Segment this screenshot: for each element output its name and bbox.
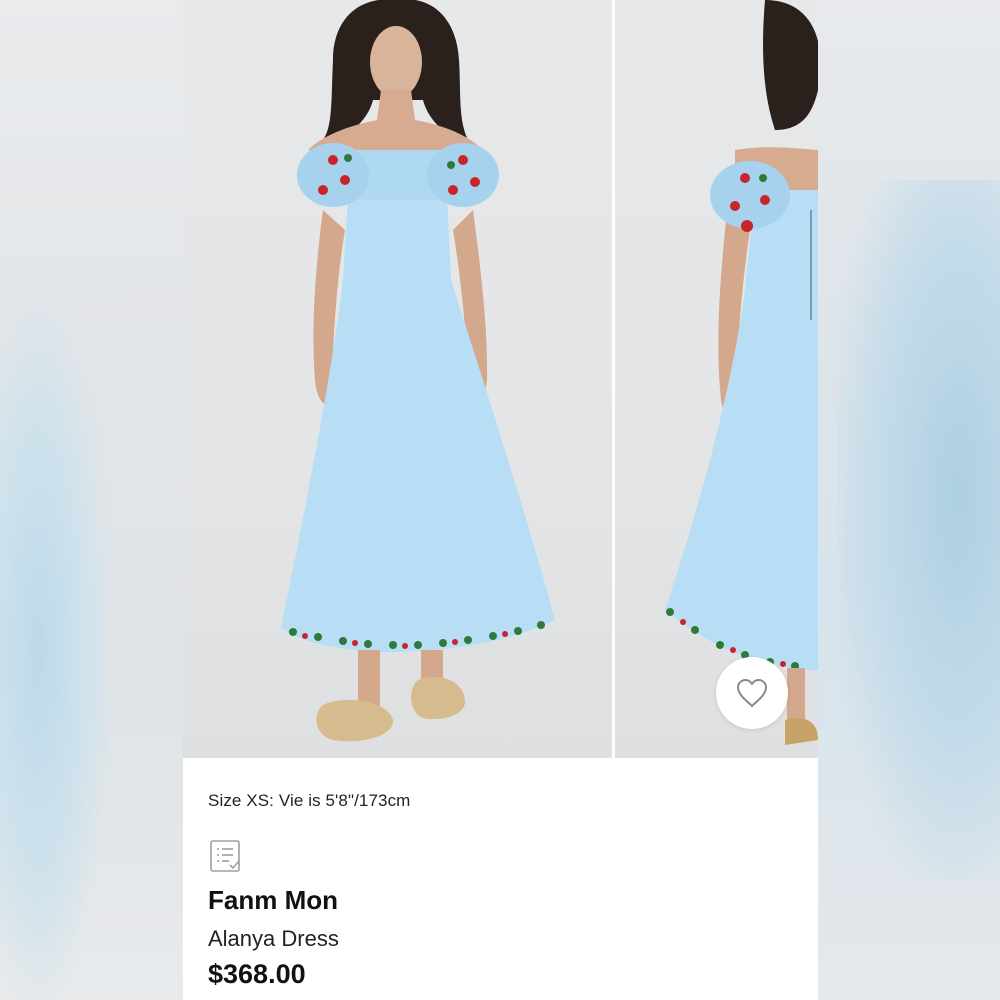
image-gallery[interactable] (183, 0, 818, 758)
heart-outline-icon (735, 678, 769, 708)
product-name[interactable]: Alanya Dress (208, 926, 339, 952)
favorite-button[interactable] (716, 657, 788, 729)
product-image-front[interactable] (183, 0, 612, 758)
brand-name[interactable]: Fanm Mon (208, 885, 338, 916)
product-price: $368.00 (208, 959, 306, 990)
left-backdrop (0, 0, 183, 1000)
right-backdrop (818, 0, 1000, 1000)
product-image-side[interactable] (615, 0, 818, 758)
size-guide-icon[interactable] (208, 838, 244, 879)
product-card: Size XS: Vie is 5'8"/173cm Fanm Mon Alan… (183, 0, 818, 1000)
size-note: Size XS: Vie is 5'8"/173cm (208, 791, 410, 811)
